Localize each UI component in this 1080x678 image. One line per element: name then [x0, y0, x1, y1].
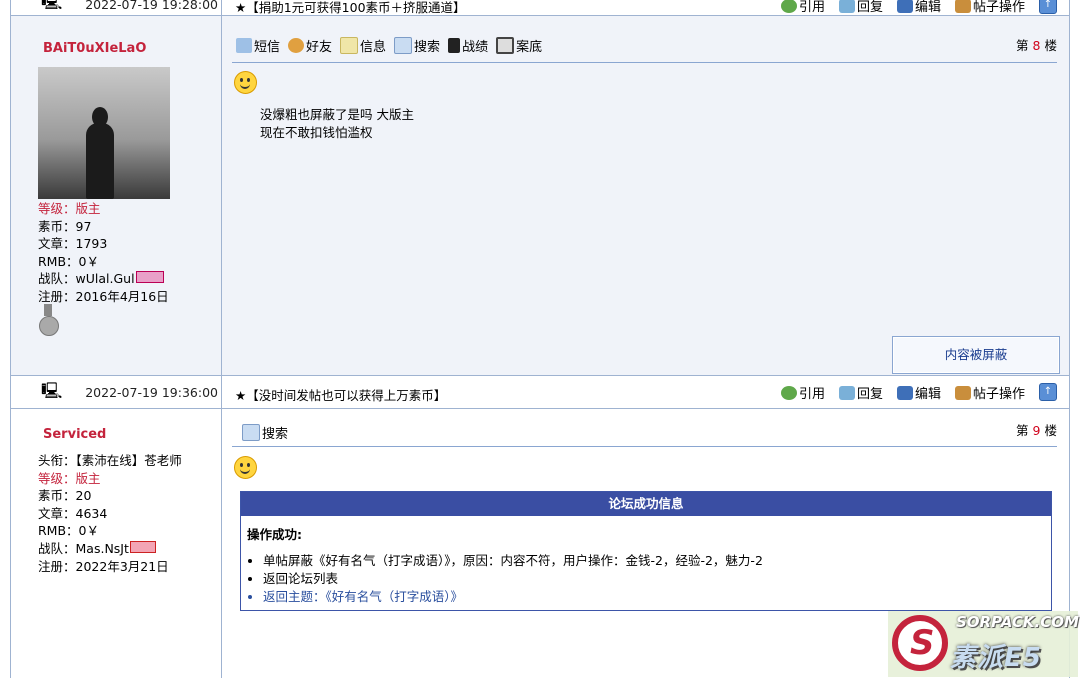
user-title: 【素沛在线】苍老师	[75, 453, 182, 468]
post-actions: 引用 回复 编辑 帖子操作 ↑	[780, 383, 1057, 402]
floor-number: 第 9 楼	[1016, 423, 1057, 438]
promo-link[interactable]: ★【没时间发帖也可以获得上万素币】	[235, 385, 446, 404]
back-to-topic-link[interactable]: 返回主题：《好有名气（打字成语）》	[263, 588, 763, 606]
user-level: 版主	[75, 201, 101, 216]
friends-icon	[288, 38, 305, 53]
avatar-figure	[86, 123, 114, 199]
reply-icon	[838, 0, 855, 13]
watermark-title: 素派E5	[950, 643, 1042, 673]
forum-success-notice: 论坛成功信息 操作成功: 单帖屏蔽《好有名气（打字成语）》，原因：内容不符，用户…	[240, 491, 1052, 611]
quote-icon	[780, 0, 797, 13]
post-header-bar-9: 🖳 2022-07-19 19:36:00 ★【没时间发帖也可以获得上万素币】 …	[10, 375, 1070, 409]
tools-icon	[954, 385, 971, 400]
back-to-forum-list[interactable]: 返回论坛列表	[263, 570, 763, 588]
site-watermark-logo: SORPACK.COM 素派E5	[888, 611, 1079, 677]
notice-header: 论坛成功信息	[241, 492, 1051, 516]
film-icon	[496, 37, 515, 54]
avatar	[38, 67, 170, 199]
post-manage-button[interactable]: 帖子操作	[954, 0, 1025, 15]
user-posts: 1793	[75, 236, 108, 252]
user-info: 头衔：【素沛在线】苍老师 等级：版主 素币：20 文章：4634 RMB：0￥ …	[38, 453, 182, 574]
post-date: 2022-07-19 19:28:00	[85, 0, 218, 12]
team-badge-icon	[135, 271, 164, 284]
user-tools: 搜索	[242, 423, 288, 442]
reply-icon	[838, 385, 855, 400]
info-button[interactable]: 信息	[340, 36, 386, 55]
notice-item: 单帖屏蔽《好有名气（打字成语）》，原因：内容不符，用户操作：金钱-2，经验-2，…	[263, 552, 763, 570]
user-posts: 4634	[75, 505, 108, 521]
username[interactable]: BAiT0uXIeLaO	[43, 41, 146, 56]
post-content: 短信 好友 信息 搜索 战绩 案底 第 8 楼 没爆粗也屏蔽了是吗 大版主 现在…	[222, 16, 1069, 376]
post-actions: 引用 回复 编辑 帖子操作 ↑	[780, 0, 1057, 15]
edit-button[interactable]: 编辑	[896, 383, 941, 402]
smiley-icon	[234, 456, 257, 479]
back-to-top-button[interactable]: ↑	[1039, 383, 1057, 401]
user-rmb: 0￥	[78, 523, 99, 539]
post-manage-button[interactable]: 帖子操作	[954, 383, 1025, 402]
edit-icon	[896, 0, 913, 13]
user-register-date: 2016年4月16日	[75, 288, 169, 304]
tools-icon	[954, 0, 971, 13]
user-team[interactable]: Mas.NsJt	[76, 541, 129, 556]
user-coins: 20	[75, 488, 92, 504]
notice-list: 单帖屏蔽《好有名气（打字成语）》，原因：内容不符，用户操作：金钱-2，经验-2，…	[245, 552, 763, 606]
promo-link[interactable]: ★【捐助1元可获得100素币＋挤服通道】	[235, 0, 466, 16]
runner-icon	[448, 38, 461, 53]
edit-button[interactable]: 编辑	[896, 0, 941, 15]
watermark-domain: SORPACK.COM	[956, 613, 1079, 631]
blocked-content-notice: 内容被屏蔽	[892, 336, 1060, 374]
post-message: 没爆粗也屏蔽了是吗 大版主 现在不敢扣钱怕滥权	[260, 107, 414, 140]
team-badge-icon	[129, 540, 156, 553]
quote-icon	[780, 385, 797, 400]
notice-status: 操作成功:	[247, 527, 302, 542]
divider	[221, 376, 222, 408]
medal-icon	[39, 304, 59, 338]
user-level: 版主	[75, 470, 101, 486]
logo-ring-icon	[892, 615, 948, 671]
search-button[interactable]: 搜索	[394, 36, 440, 55]
user-tools: 短信 好友 信息 搜索 战绩 案底	[236, 36, 542, 55]
post-8: BAiT0uXIeLaO 等级：版主 素币：97 文章：1793 RMB：0￥ …	[10, 16, 1070, 376]
smiley-icon	[234, 71, 257, 94]
quote-button[interactable]: 引用	[780, 383, 825, 402]
content-divider	[232, 446, 1057, 447]
sms-icon	[236, 38, 252, 53]
search-button[interactable]: 搜索	[242, 423, 288, 442]
user-sidebar: Serviced 头衔：【素沛在线】苍老师 等级：版主 素币：20 文章：463…	[11, 409, 222, 678]
quote-button[interactable]: 引用	[780, 0, 825, 15]
add-friend-button[interactable]: 好友	[288, 36, 332, 55]
profile-record-button[interactable]: 案底	[496, 36, 542, 55]
edit-icon	[896, 385, 913, 400]
user-coins: 97	[75, 218, 92, 234]
reply-button[interactable]: 回复	[838, 383, 883, 402]
post-header-bar-8: 🖳 2022-07-19 19:28:00 ★【捐助1元可获得100素币＋挤服通…	[10, 0, 1070, 16]
back-to-top-button[interactable]: ↑	[1039, 0, 1057, 14]
divider	[221, 0, 222, 15]
search-doc-icon	[394, 37, 413, 54]
post-date: 2022-07-19 19:36:00	[85, 385, 218, 400]
sms-button[interactable]: 短信	[236, 36, 280, 55]
user-register-date: 2022年3月21日	[75, 558, 169, 574]
clipboard-icon	[340, 37, 359, 54]
user-rmb: 0￥	[78, 253, 99, 269]
reply-button[interactable]: 回复	[838, 0, 883, 15]
search-doc-icon	[242, 424, 260, 441]
floor-number: 第 8 楼	[1016, 38, 1057, 53]
content-divider	[232, 62, 1057, 63]
user-sidebar: BAiT0uXIeLaO 等级：版主 素币：97 文章：1793 RMB：0￥ …	[11, 16, 222, 376]
user-team[interactable]: wUlal.Gul	[76, 271, 135, 286]
username[interactable]: Serviced	[43, 427, 106, 442]
record-button[interactable]: 战绩	[448, 36, 488, 55]
user-info: 等级：版主 素币：97 文章：1793 RMB：0￥ 战队：wUlal.Gul …	[38, 201, 169, 304]
